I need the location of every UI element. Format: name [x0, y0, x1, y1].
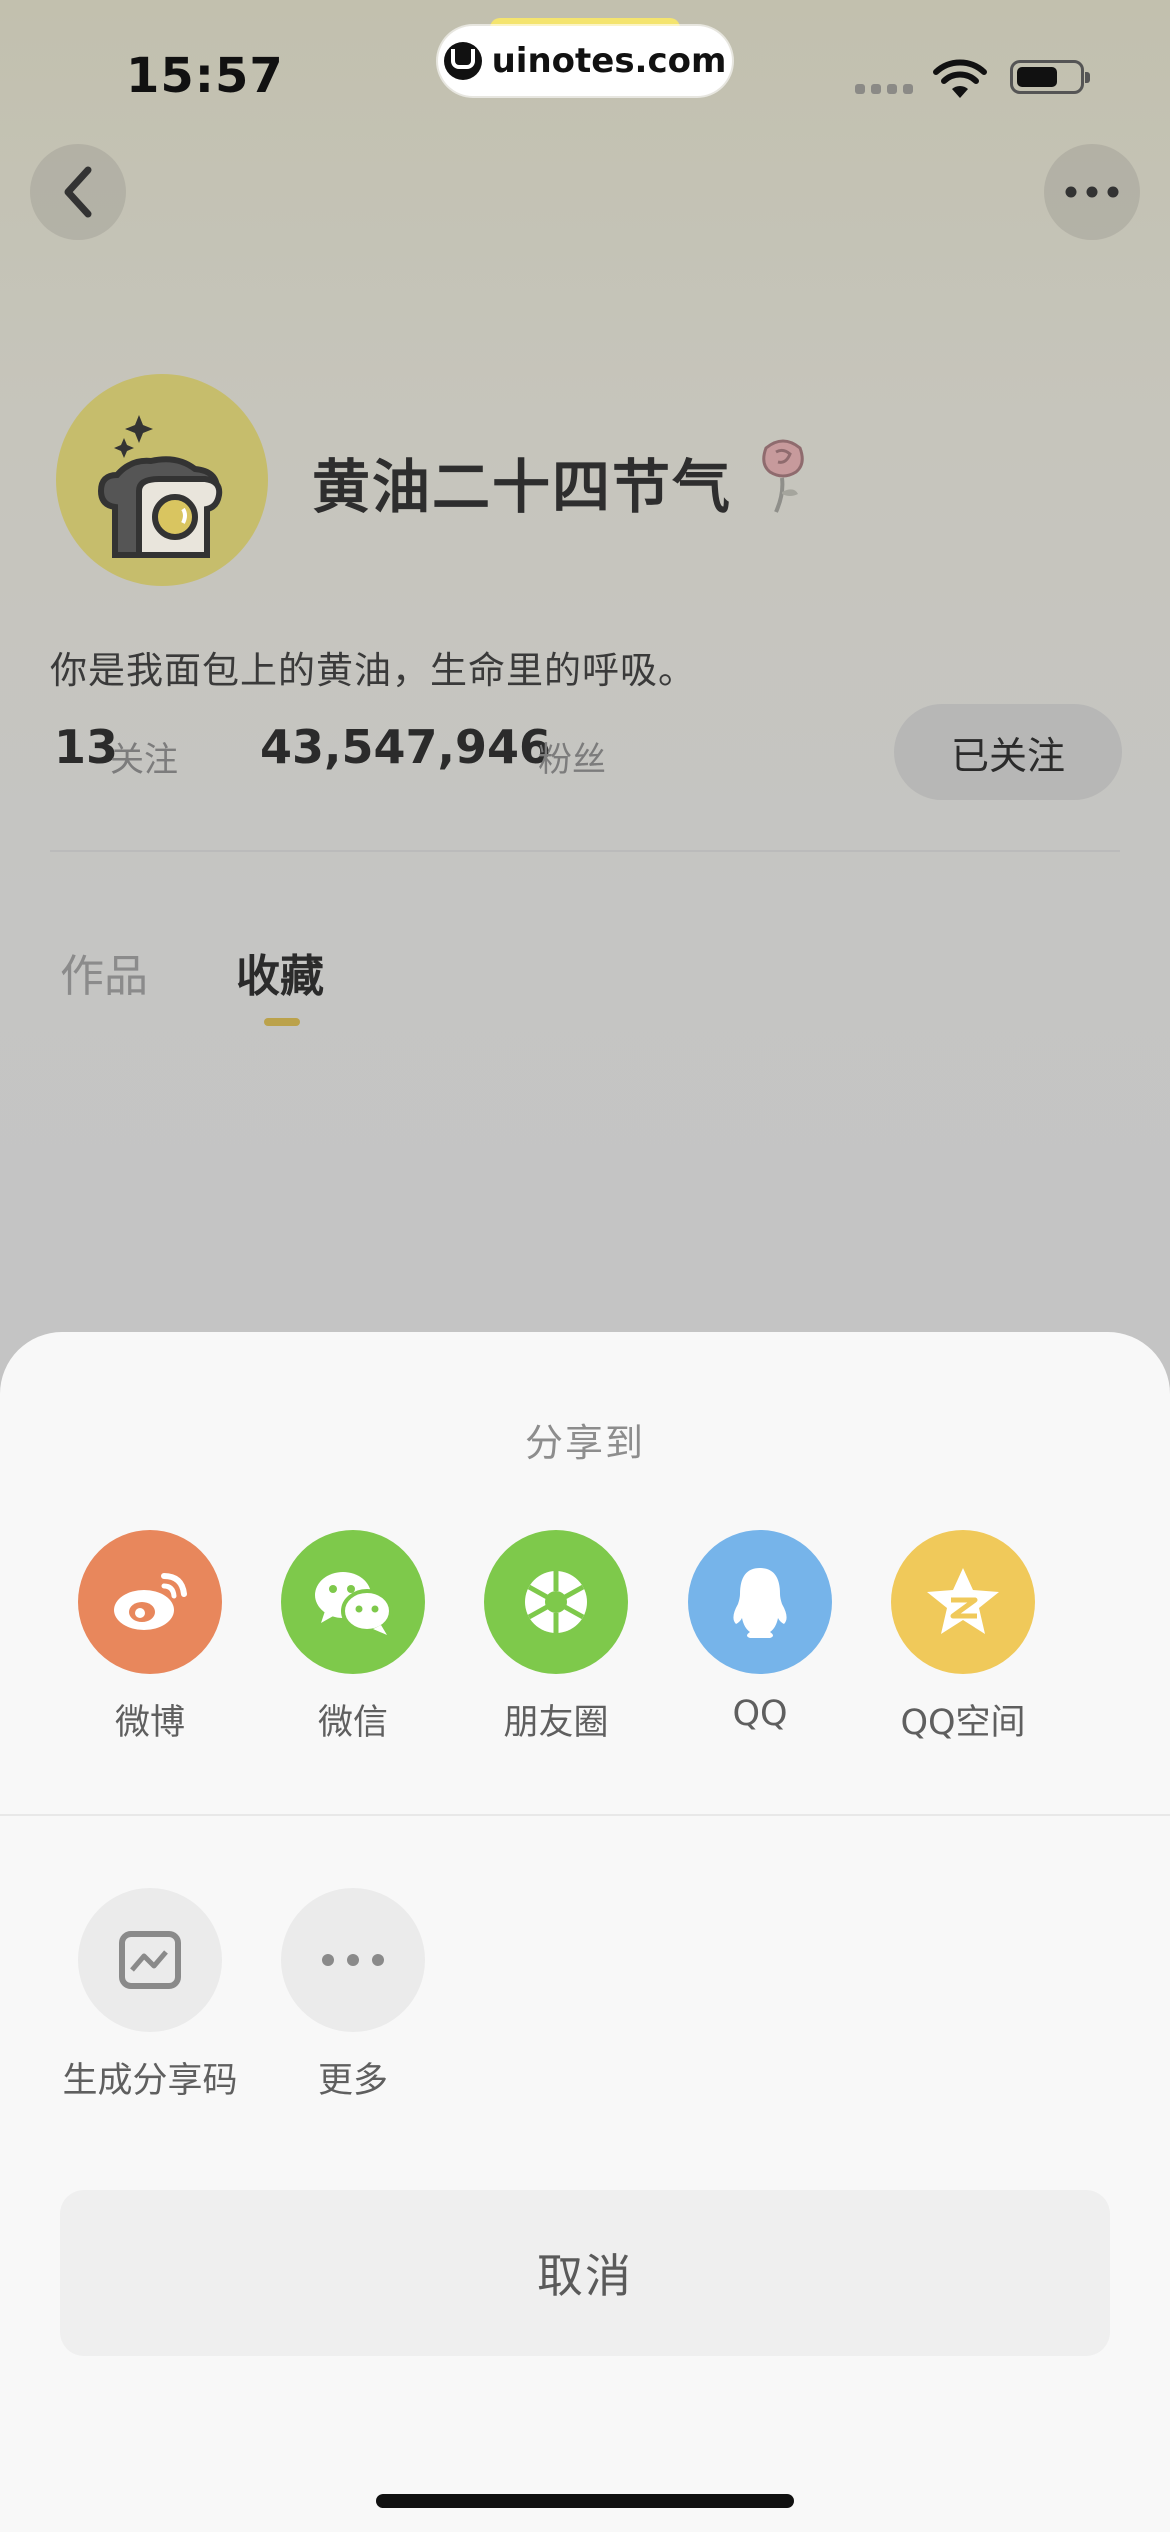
- share-sheet-title: 分享到: [524, 1421, 645, 1465]
- more-horizontal-icon: [281, 1888, 425, 2032]
- avatar[interactable]: [56, 374, 268, 586]
- cellular-signal-icon: [855, 84, 913, 94]
- more-horizontal-icon: [1065, 186, 1119, 198]
- divider: [50, 850, 1120, 852]
- share-weibo[interactable]: 微博: [50, 1530, 250, 1745]
- chevron-left-icon: [64, 166, 92, 218]
- weibo-icon: [78, 1530, 222, 1674]
- cancel-button[interactable]: 取消: [60, 2190, 1110, 2356]
- more-options-button[interactable]: [1044, 144, 1140, 240]
- qzone-icon: [891, 1530, 1035, 1674]
- moments-icon: [484, 1530, 628, 1674]
- share-qq[interactable]: QQ: [660, 1530, 860, 1734]
- watermark-pill: uinotes.com: [438, 26, 732, 96]
- home-indicator: [376, 2494, 794, 2508]
- share-qq-label: QQ: [732, 1694, 788, 1734]
- more-share-label: 更多: [317, 2061, 388, 2101]
- sheet-divider: [0, 1814, 1170, 1816]
- more-share-button[interactable]: 更多: [253, 1888, 453, 2103]
- image-card-icon: [78, 1888, 222, 2032]
- toast-logo-icon: [97, 415, 223, 558]
- rose-emoji-icon: [762, 439, 804, 513]
- generate-share-code-button[interactable]: 生成分享码: [50, 1888, 250, 2103]
- tab-favorites[interactable]: 收藏: [236, 940, 324, 1004]
- share-weibo-label: 微博: [114, 1703, 185, 1743]
- watermark-text: uinotes.com: [491, 41, 727, 81]
- status-time: 15:57: [126, 48, 284, 104]
- share-moments[interactable]: 朋友圈: [456, 1530, 656, 1745]
- following-count[interactable]: 13: [54, 720, 118, 774]
- battery-icon: [1010, 60, 1090, 94]
- followers-label[interactable]: 粉丝: [538, 732, 606, 781]
- wifi-icon: [933, 59, 987, 98]
- share-wechat[interactable]: 微信: [253, 1530, 453, 1745]
- generate-share-code-label: 生成分享码: [62, 2061, 238, 2101]
- tab-works[interactable]: 作品: [60, 940, 148, 1004]
- share-wechat-label: 微信: [317, 1703, 388, 1743]
- profile-bio: 你是我面包上的黄油，生命里的呼吸。: [50, 649, 696, 692]
- back-button[interactable]: [30, 144, 126, 240]
- share-qzone[interactable]: QQ空间: [863, 1530, 1063, 1745]
- qq-icon: [688, 1530, 832, 1674]
- followers-count[interactable]: 43,547,946: [260, 720, 551, 774]
- wechat-icon: [281, 1530, 425, 1674]
- share-qzone-label: QQ空间: [900, 1703, 1026, 1743]
- share-sheet: 分享到 微博 微信 朋友圈 QQ QQ空间 生成分享码 更多 取消: [0, 1332, 1170, 2532]
- share-moments-label: 朋友圈: [503, 1703, 609, 1743]
- profile-name: 黄油二十四节气: [312, 453, 733, 521]
- uinotes-logo-icon: [443, 42, 482, 80]
- followed-button[interactable]: 已关注: [894, 704, 1122, 800]
- following-label[interactable]: 关注: [110, 732, 178, 781]
- active-tab-indicator: [264, 1018, 300, 1026]
